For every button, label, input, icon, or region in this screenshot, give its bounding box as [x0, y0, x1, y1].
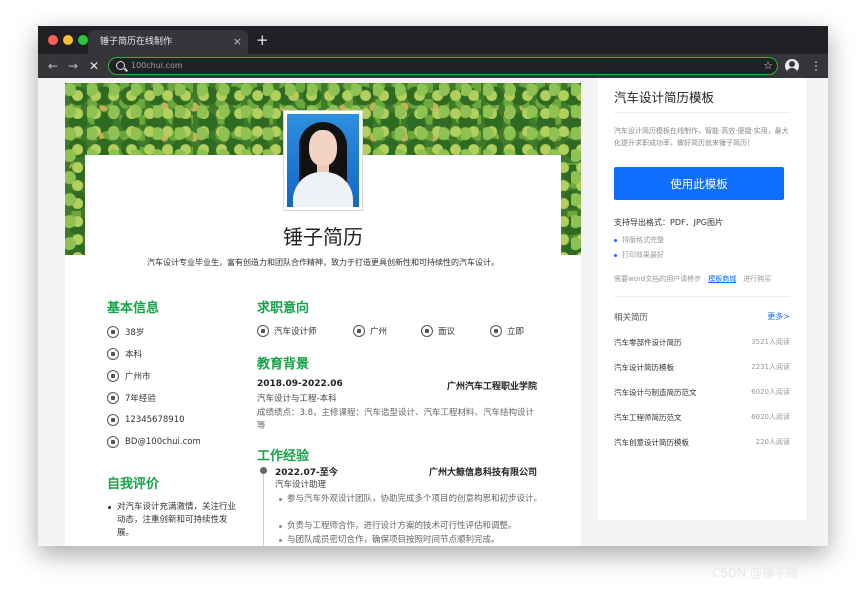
- job-duty: 与团队成员密切合作，确保项目按照时间节点顺利完成。: [279, 534, 549, 546]
- tab-close-icon[interactable]: ×: [233, 30, 242, 54]
- edu-date: 2018.09-2022.06: [257, 379, 343, 389]
- related-item[interactable]: 汽车设计与制造简历范文 6020人阅读: [614, 387, 790, 399]
- related-item[interactable]: 汽车设计简历模板 2231人阅读: [614, 362, 790, 374]
- timeline-dot: [260, 467, 267, 474]
- basic-info-title: 基本信息: [107, 301, 160, 316]
- location-icon: [107, 370, 119, 382]
- resume-preview: 锤子简历 汽车设计专业毕业生，富有创造力和团队合作精神，致力于打造更具创新性和可…: [65, 83, 581, 546]
- job-duty: 参与汽车外观设计团队，协助完成多个项目的创意构思和初步设计。: [279, 493, 549, 506]
- resume-name: 锤子简历: [283, 225, 363, 249]
- related-item[interactable]: 汽车零部件设计简历 3521人阅读: [614, 337, 790, 349]
- word-note: 需要word文档的用户请移步 模板商城 进行购买: [614, 275, 772, 283]
- clock-icon: [490, 325, 502, 337]
- city-icon: [353, 325, 365, 337]
- menu-icon[interactable]: ⋮: [810, 54, 822, 78]
- close-window-button[interactable]: [48, 35, 58, 45]
- job-date: 2022.07-至今: [275, 468, 338, 478]
- resume-summary: 汽车设计专业毕业生，富有创造力和团队合作精神，致力于打造更具创新性和可持续性的汽…: [147, 258, 499, 267]
- template-title: 汽车设计简历模板: [614, 90, 715, 105]
- job-title: 汽车设计助理: [275, 480, 327, 490]
- graduation-icon: [107, 348, 119, 360]
- stop-icon[interactable]: ✕: [89, 54, 99, 78]
- profile-photo: [283, 110, 363, 211]
- intent-position: 汽车设计师: [257, 325, 317, 337]
- intent-city: 广州: [353, 325, 387, 337]
- minimize-window-button[interactable]: [63, 35, 73, 45]
- tab-title: 锤子简历在线制作: [100, 37, 173, 47]
- back-icon[interactable]: ←: [48, 54, 58, 78]
- browser-tab[interactable]: 锤子简历在线制作 ×: [88, 30, 248, 54]
- info-city: 广州市: [107, 369, 151, 383]
- template-store-link[interactable]: 模板商城: [708, 275, 736, 283]
- export-formats: 支持导出格式：PDF、JPG图片: [614, 218, 723, 227]
- info-experience: 7年经验: [107, 391, 156, 405]
- use-template-button[interactable]: 使用此模板: [614, 167, 784, 200]
- yen-icon: [421, 325, 433, 337]
- phone-icon: [107, 414, 119, 426]
- browser-toolbar: ← → ✕ 100chui.com ☆ ⋮: [38, 54, 828, 78]
- job-duty: 负责与工程师合作，进行设计方案的技术可行性评估和调整。: [279, 520, 549, 533]
- job-intent-title: 求职意向: [257, 301, 310, 316]
- tie-icon: [257, 325, 269, 337]
- self-eval-title: 自我评价: [107, 477, 160, 492]
- intent-start: 立即: [490, 325, 524, 337]
- feature-bullet: 排版格式完整: [614, 235, 664, 245]
- template-description: 汽车设计简历模板在线制作，智能·高效·便捷·实用，最大化提升求职成功率，做好简历…: [614, 127, 789, 147]
- bookmark-star-icon[interactable]: ☆: [763, 58, 773, 74]
- job-company: 广州大鲸信息科技有限公司: [428, 468, 537, 478]
- profile-avatar-icon[interactable]: [785, 59, 799, 73]
- related-item[interactable]: 汽车工程师简历范文 6020人阅读: [614, 412, 790, 424]
- work-title: 工作经验: [257, 449, 310, 464]
- feature-bullet: 打印效果最好: [614, 250, 664, 260]
- timeline-line: [263, 468, 264, 546]
- search-icon: [116, 61, 125, 70]
- self-eval-text: 对汽车设计充满激情，关注行业动态，注重创新和可持续性发展。: [108, 501, 239, 540]
- browser-window: 锤子简历在线制作 × + ← → ✕ 100chui.com ☆ ⋮ 锤子简历 …: [38, 26, 828, 546]
- edu-school: 广州汽车工程职业学院: [446, 382, 537, 392]
- edu-major: 汽车设计与工程-本科: [257, 394, 337, 404]
- address-bar[interactable]: 100chui.com ☆: [108, 57, 778, 75]
- calendar-icon: [107, 326, 119, 338]
- info-age: 38岁: [107, 325, 144, 339]
- tab-bar: 锤子简历在线制作 × +: [38, 26, 828, 54]
- education-title: 教育背景: [257, 357, 310, 372]
- info-email: BD@100chui.com: [107, 435, 201, 449]
- briefcase-icon: [107, 392, 119, 404]
- email-icon: [107, 436, 119, 448]
- page-content: 锤子简历 汽车设计专业毕业生，富有创造力和团队合作精神，致力于打造更具创新性和可…: [38, 78, 828, 546]
- template-sidebar: 汽车设计简历模板 汽车设计简历模板在线制作，智能·高效·便捷·实用，最大化提升求…: [598, 78, 806, 520]
- new-tab-button[interactable]: +: [256, 29, 269, 51]
- maximize-window-button[interactable]: [78, 35, 88, 45]
- url-text: 100chui.com: [131, 61, 183, 70]
- info-degree: 本科: [107, 347, 142, 361]
- more-link[interactable]: 更多>: [767, 311, 790, 322]
- intent-salary: 面议: [421, 325, 455, 337]
- related-item[interactable]: 汽车创意设计简历模板 220人阅读: [614, 437, 790, 449]
- edu-detail: 成绩绩点：3.8，主修课程：汽车造型设计、汽车工程材料、汽车结构设计等: [257, 408, 535, 431]
- related-title: 相关简历: [614, 313, 649, 323]
- info-phone: 12345678910: [107, 413, 185, 427]
- csdn-watermark: CSDN @锤子简: [712, 566, 799, 580]
- forward-icon[interactable]: →: [68, 54, 78, 78]
